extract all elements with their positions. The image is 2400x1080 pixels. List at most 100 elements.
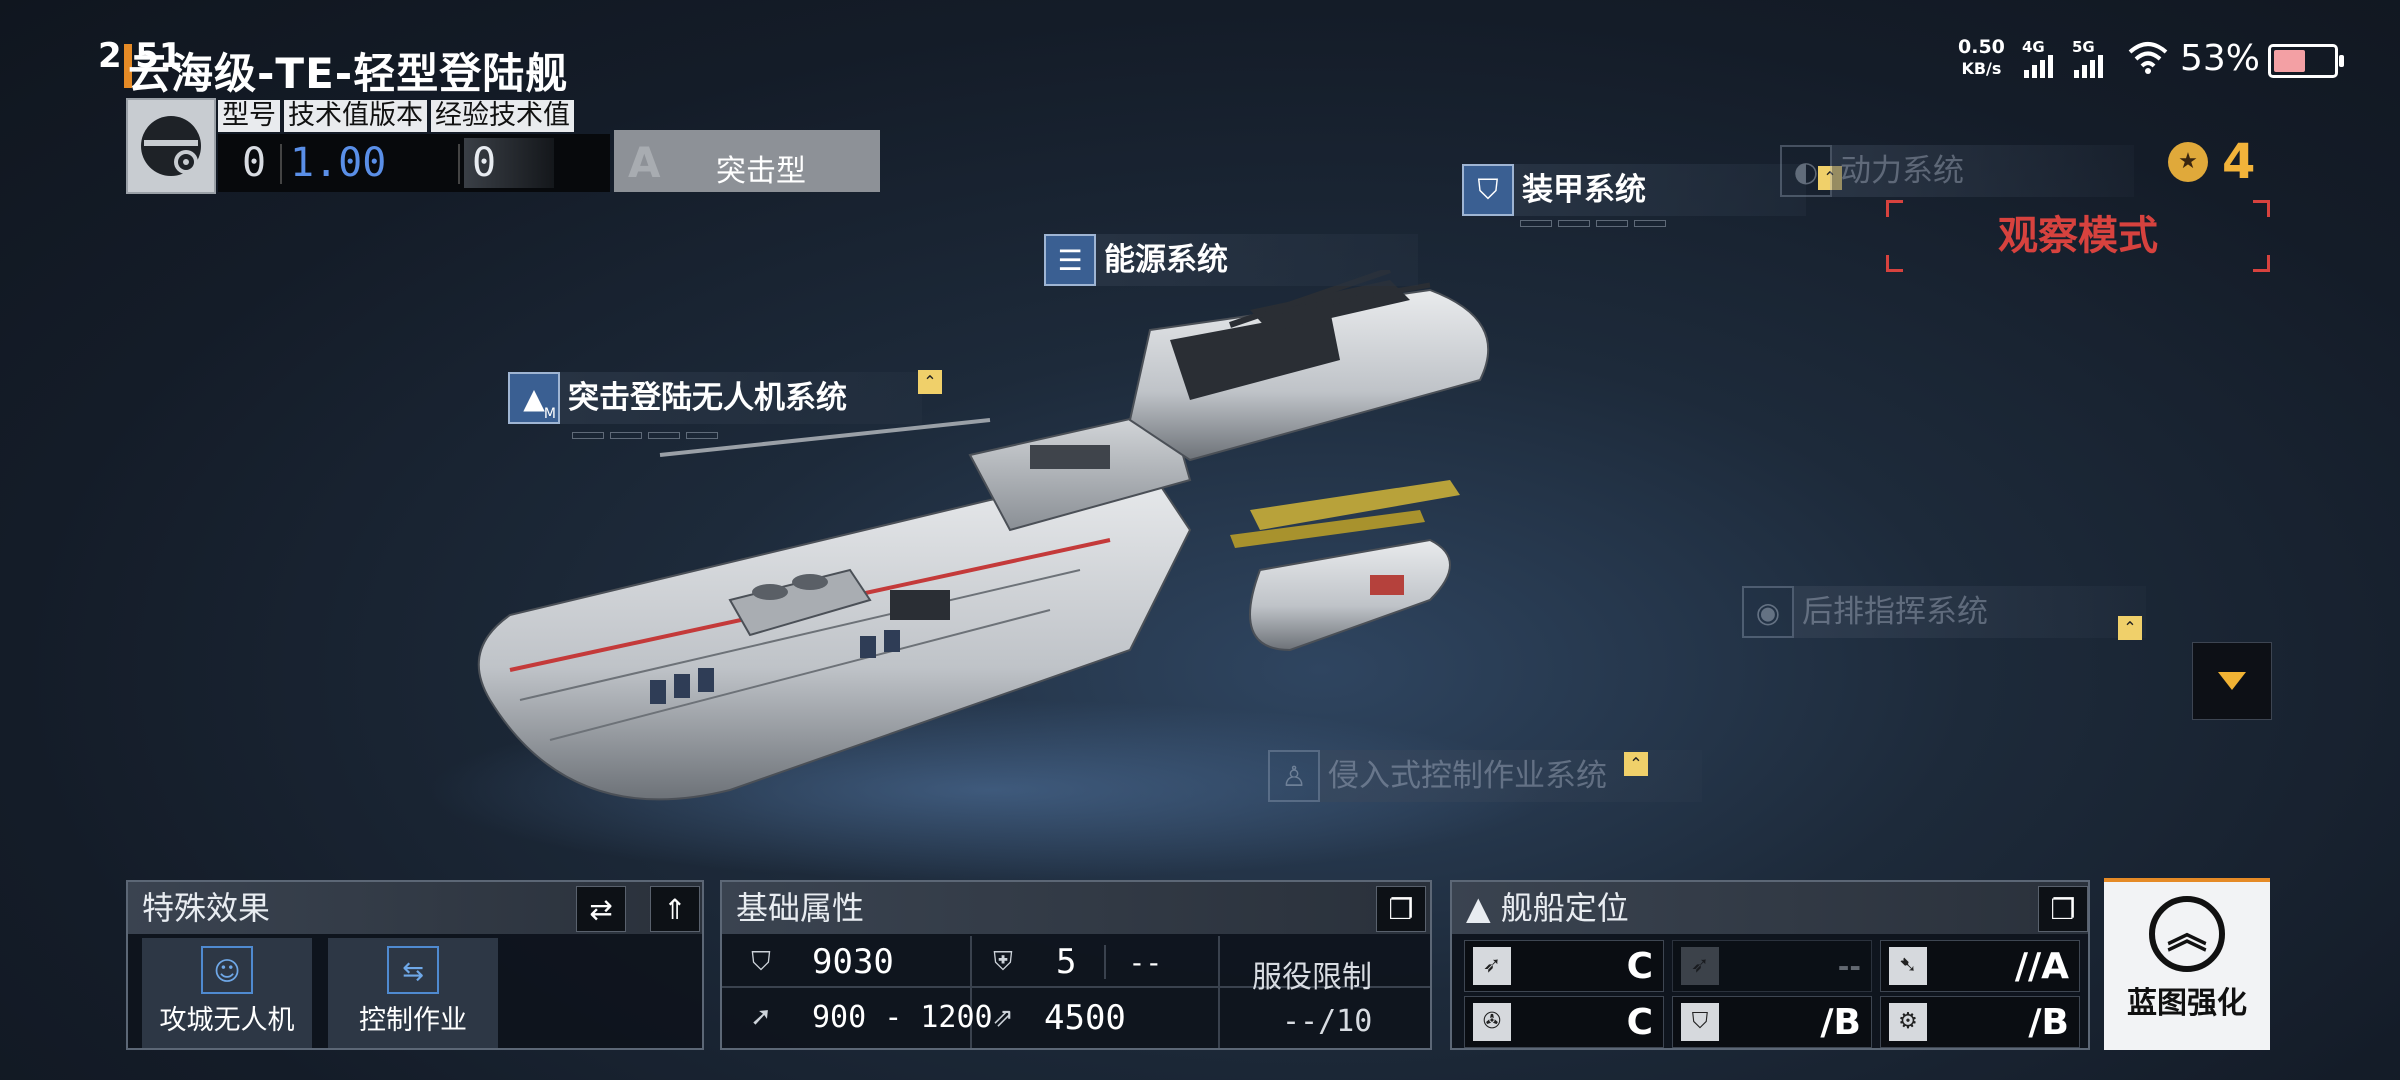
network-speed: 0.50 KB/s <box>1958 36 2005 80</box>
points-count: 4 <box>2222 134 2256 190</box>
energy-system-callout[interactable]: ☰ 能源系统 <box>1044 234 1418 286</box>
ship-emblem-gear-icon[interactable] <box>126 98 216 194</box>
points-star-icon: ★ <box>2168 142 2208 182</box>
armor-shield-icon: ⛉ <box>1462 164 1514 216</box>
triangle-down-icon <box>2218 672 2246 690</box>
battery-percent: 53% <box>2180 38 2261 79</box>
armor-value-icon: ⛨ <box>993 946 1013 977</box>
signal-4g-label: 4G <box>2022 38 2045 56</box>
position-interception: ➷ //A <box>1880 940 2080 992</box>
hp-shield-icon: ⛉ <box>751 946 771 977</box>
signal-5g-icon: 5G <box>2072 38 2112 78</box>
tech-version-value: 1.00 <box>290 140 387 186</box>
drone-badge: M <box>543 406 556 422</box>
ship-title: 云海级-TE-轻型登陆舰 <box>128 49 569 98</box>
expand-window-icon: ❐ <box>2050 892 2076 926</box>
wifi-icon <box>2128 42 2168 74</box>
hp-value: 9030 <box>812 942 894 982</box>
stat-header-model: 型号 <box>218 100 280 132</box>
drone-level-dashes <box>572 432 718 439</box>
speed-value: 4500 <box>1044 998 1126 1038</box>
armor-value: 5 <box>1056 942 1077 982</box>
effect-control-operation-label: 控制作业 <box>359 1005 467 1036</box>
service-limit-value: --/10 <box>1282 1004 1373 1039</box>
intrusive-control-upgrade-icon: ⌃ <box>1624 752 1648 776</box>
blueprint-enhance-button[interactable]: ︽ 蓝图强化 <box>2104 878 2270 1050</box>
armor-system-label: 装甲系统 <box>1514 164 1806 216</box>
interception-icon: ➷ <box>1889 947 1927 985</box>
siege-drone-icon: ☺ <box>201 946 253 994</box>
positioning-expand-button[interactable]: ❐ <box>2038 886 2088 932</box>
effect-control-operation[interactable]: ⇆ 控制作业 <box>328 938 498 1048</box>
drone-upgrade-icon: ⌃ <box>918 370 942 394</box>
energy-system-label: 能源系统 <box>1096 234 1418 286</box>
role-letter: A <box>628 138 661 187</box>
role-label: 突击型 <box>716 154 806 189</box>
hp-cell: ⛉ 9030 <box>742 942 894 982</box>
position-support-grade: /B <box>2028 1001 2069 1043</box>
support-icon: ⚙ <box>1889 1003 1927 1041</box>
positioning-triangle-icon: ▲ <box>1466 889 1501 927</box>
network-speed-value: 0.50 <box>1958 36 2005 58</box>
energy-list-icon: ☰ <box>1044 234 1096 286</box>
rank-chevron-icon: ⇑ <box>663 892 687 926</box>
signal-5g-label: 5G <box>2072 38 2095 56</box>
position-antiair-grade: C <box>1626 1001 1653 1043</box>
power-system-callout[interactable]: ◐ 动力系统 <box>1780 145 2134 197</box>
swap-button[interactable]: ⇄ <box>576 886 626 932</box>
rear-command-upgrade-icon: ⌃ <box>2118 616 2142 640</box>
effect-siege-drone-label: 攻城无人机 <box>159 1005 295 1036</box>
armor-level-dashes <box>1520 220 1666 227</box>
ship-positioning-title: 舰船定位 <box>1500 889 1629 927</box>
rear-command-icon: ◉ <box>1742 586 1794 638</box>
base-attributes-panel: 基础属性 ❐ ⛉ 9030 ⛨ 5 -- ➚ 900 - 1200 ⇗ 4500… <box>720 880 1432 1050</box>
expand-window-icon: ❐ <box>1388 892 1414 926</box>
control-operation-icon: ⇆ <box>387 946 439 994</box>
assault-icon: ➶ <box>1473 947 1511 985</box>
stat-header-exp-tech: 经验技术值 <box>431 100 574 132</box>
attack-cell: ➚ 900 - 1200 <box>742 998 993 1036</box>
position-defense: ⛉ /B <box>1672 996 1872 1048</box>
position-artillery: ➶ -- <box>1672 940 1872 992</box>
armor-cell: ⛨ 5 -- <box>984 942 1162 982</box>
attack-value: 900 - 1200 <box>812 999 993 1035</box>
double-chevron-up-icon: ︽ <box>2149 896 2225 972</box>
service-limit-label: 服役限制 <box>1252 960 1372 995</box>
position-interception-grade: //A <box>2014 945 2069 987</box>
speed-icon: ⇗ <box>992 1003 1014 1033</box>
rear-command-system-callout[interactable]: ◉ 后排指挥系统 <box>1742 586 2146 638</box>
observe-mode-button[interactable]: 观察模式 <box>1886 200 2270 272</box>
drone-system-callout[interactable]: ▲ M 突击登陆无人机系统 <box>508 372 922 424</box>
ship-positioning-header: ▲ 舰船定位 <box>1452 882 2088 934</box>
speed-cell: ⇗ 4500 <box>984 998 1126 1038</box>
artillery-icon: ➶ <box>1681 947 1719 985</box>
position-defense-grade: /B <box>1820 1001 1861 1043</box>
base-attributes-expand-button[interactable]: ❐ <box>1376 886 1426 932</box>
position-antiair: ✇ C <box>1464 996 1664 1048</box>
position-support: ⚙ /B <box>1880 996 2080 1048</box>
signal-4g-icon: 4G <box>2022 38 2062 78</box>
rank-button[interactable]: ⇑ <box>650 886 700 932</box>
battery-icon <box>2268 44 2344 78</box>
base-attributes-title: 基础属性 <box>722 882 1430 934</box>
stat-header-tech-version: 技术值版本 <box>284 100 427 132</box>
exp-tech-value: 0 <box>472 140 497 186</box>
position-assault: ➶ C <box>1464 940 1664 992</box>
antiair-icon: ✇ <box>1473 1003 1511 1041</box>
special-effects-panel: 特殊效果 ⇄ ⇑ ☺ 攻城无人机 ⇆ 控制作业 <box>126 880 704 1050</box>
effect-siege-drone[interactable]: ☺ 攻城无人机 <box>142 938 312 1048</box>
defense-shield-icon: ⛉ <box>1681 1003 1719 1041</box>
collapse-toggle-button[interactable] <box>2192 642 2272 720</box>
position-assault-grade: C <box>1626 945 1653 987</box>
attack-icon: ➚ <box>750 1002 772 1032</box>
intrusive-control-icon: ♙ <box>1268 750 1320 802</box>
observe-mode-label: 观察模式 <box>1998 213 2158 259</box>
blueprint-enhance-label: 蓝图强化 <box>2127 986 2247 1021</box>
position-artillery-grade: -- <box>1837 949 1861 983</box>
drone-triangle-icon: ▲ M <box>508 372 560 424</box>
stats-headers: 型号 技术值版本 经验技术值 <box>218 100 574 132</box>
power-system-label: 动力系统 <box>1832 145 2134 197</box>
swap-arrows-icon: ⇄ <box>589 892 613 926</box>
armor-system-callout[interactable]: ⛉ 装甲系统 <box>1462 164 1806 216</box>
model-value: 0 <box>242 140 267 186</box>
